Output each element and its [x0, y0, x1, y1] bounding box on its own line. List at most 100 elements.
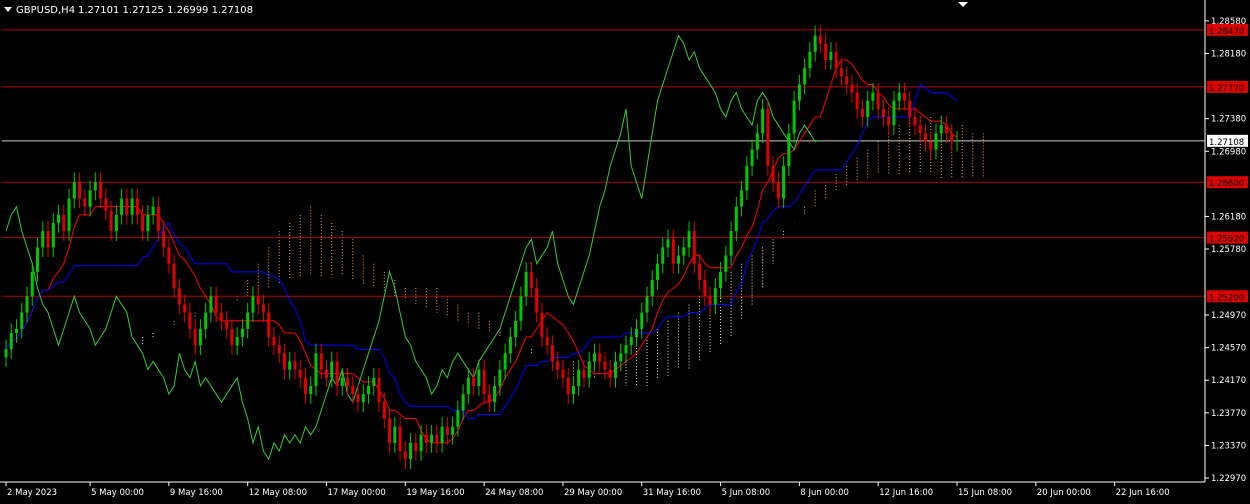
- candle-body: [508, 337, 512, 354]
- candle-body: [403, 451, 407, 460]
- candle-body: [377, 377, 381, 403]
- candle-body: [99, 182, 103, 199]
- candle-body: [51, 222, 55, 248]
- chart-container[interactable]: 1.28580 1.28180 1.27380 1.26980 1.26180 1.257…: [0, 0, 1250, 500]
- candle-body: [634, 328, 638, 338]
- candle-body: [151, 206, 155, 215]
- candle-body: [240, 328, 244, 338]
- candle-body: [698, 263, 702, 280]
- candle-body: [740, 190, 744, 207]
- time-tick-label: 5 Jun 08:00: [722, 488, 771, 498]
- price-tick-label: 1.22970: [1211, 474, 1246, 484]
- candle-body: [424, 434, 428, 443]
- candle-body: [876, 92, 880, 109]
- candle-body: [514, 320, 518, 338]
- candle-body: [803, 68, 807, 85]
- candle-body: [566, 377, 570, 395]
- candle-body: [850, 84, 854, 93]
- candle-body: [918, 125, 922, 134]
- candle-body: [461, 394, 465, 411]
- candle-body: [692, 231, 696, 264]
- candle-body: [897, 92, 901, 101]
- candle-body: [209, 296, 213, 313]
- candle-body: [256, 296, 260, 305]
- candle-body: [398, 426, 402, 452]
- candle-body: [246, 312, 250, 329]
- candle-body: [818, 35, 822, 44]
- level-label: 1.25920: [1209, 235, 1244, 245]
- candle-body: [871, 92, 875, 101]
- candle-body: [582, 369, 586, 378]
- time-tick-label: 20 Jun 00:00: [1037, 488, 1091, 498]
- candle-body: [493, 385, 497, 403]
- candle-body: [298, 369, 302, 378]
- ohlc-readout: 1.27101 1.27125 1.26999 1.27108: [78, 5, 253, 16]
- candle-body: [666, 239, 670, 248]
- candle-body: [608, 369, 612, 378]
- candle-body: [162, 231, 166, 248]
- candle-body: [309, 385, 313, 395]
- candle-body: [456, 410, 460, 427]
- candle-body: [808, 51, 812, 69]
- candle-body: [671, 239, 675, 264]
- time-tick-label: 5 May 00:00: [91, 488, 144, 498]
- candle-body: [177, 288, 181, 305]
- candle-body: [787, 133, 791, 166]
- candle-body: [9, 332, 13, 350]
- candle-body: [766, 108, 770, 166]
- candle-body: [135, 198, 139, 215]
- candle-body: [419, 434, 423, 452]
- candle-body: [325, 369, 329, 378]
- candle-body: [272, 337, 276, 346]
- candle-body: [466, 377, 470, 395]
- candle-body: [361, 394, 365, 403]
- price-tick-label: 1.23370: [1211, 441, 1246, 451]
- candle-body: [167, 247, 171, 264]
- candle-body: [503, 353, 507, 370]
- candle-body: [640, 312, 644, 329]
- candle-body: [687, 231, 691, 248]
- candle-body: [550, 345, 554, 362]
- candle-body: [340, 377, 344, 386]
- candle-body: [15, 328, 19, 333]
- candle-body: [661, 247, 665, 264]
- candle-body: [288, 361, 292, 370]
- price-tick-label: 1.24170: [1211, 376, 1246, 386]
- candle-body: [183, 304, 187, 313]
- candle-body: [277, 345, 281, 354]
- candle-body: [776, 182, 780, 199]
- candle-body: [629, 337, 633, 346]
- candle-body: [188, 312, 192, 329]
- candle-body: [545, 337, 549, 346]
- candle-body: [235, 337, 239, 346]
- price-chart[interactable]: 1.285801.281801.273801.269801.261801.257…: [0, 0, 1250, 500]
- candle-body: [571, 385, 575, 395]
- candle-body: [577, 369, 581, 386]
- candle-body: [20, 312, 24, 329]
- candle-body: [934, 133, 938, 150]
- candle-body: [519, 296, 523, 321]
- price-tick-label: 1.28180: [1211, 49, 1246, 59]
- chart-header: GBPUSD,H4 1.27101 1.27125 1.26999 1.2710…: [4, 5, 253, 16]
- candle-body: [729, 231, 733, 256]
- time-tick-label: 22 Jun 16:00: [1116, 488, 1170, 498]
- candle-body: [881, 108, 885, 118]
- level-label: 1.25200: [1209, 293, 1244, 303]
- candle-body: [83, 198, 87, 207]
- candle-body: [950, 133, 954, 142]
- candle-body: [267, 312, 271, 338]
- candle-body: [198, 328, 202, 346]
- candle-body: [78, 182, 82, 199]
- candle-body: [104, 198, 108, 211]
- candle-body: [156, 206, 160, 232]
- level-label: 1.27770: [1209, 84, 1244, 94]
- candle-body: [624, 345, 628, 354]
- time-tick-label: 31 May 16:00: [643, 488, 701, 498]
- candle-body: [761, 108, 765, 134]
- candle-body: [908, 100, 912, 118]
- candle-body: [755, 133, 759, 150]
- candle-body: [529, 271, 533, 289]
- time-tick-label: 17 May 00:00: [328, 488, 386, 498]
- candle-body: [887, 117, 891, 126]
- candle-body: [251, 296, 255, 313]
